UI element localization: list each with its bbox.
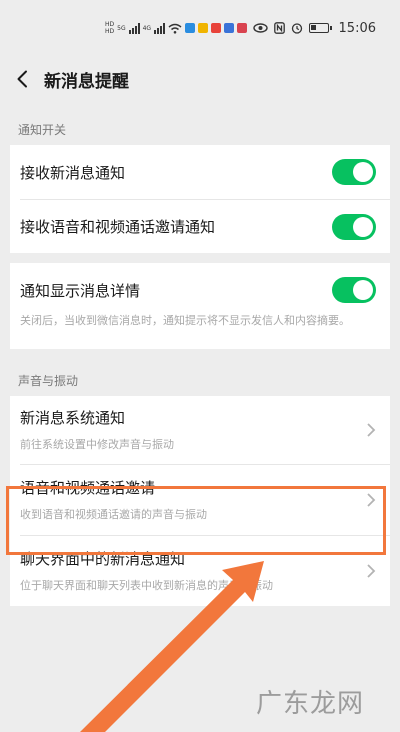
chevron-right-icon <box>367 564 376 578</box>
status-bar-left: HD HD 5G 4G <box>105 21 253 35</box>
call-invite-sound-text: 语音和视频通话邀请 收到语音和视频通话邀请的声音与振动 <box>20 477 207 523</box>
details-card: 通知显示消息详情 关闭后，当收到微信消息时，通知提示将不显示发信人和内容摘要。 <box>10 263 390 349</box>
sound-card: 新消息系统通知 前往系统设置中修改声音与振动 语音和视频通话邀请 收到语音和视频… <box>10 396 390 606</box>
receive-call-invite-toggle[interactable] <box>332 213 376 240</box>
net-4g-label: 4G <box>142 24 152 32</box>
signal-icon-2 <box>154 22 166 34</box>
call-invite-sound-subtitle: 收到语音和视频通话邀请的声音与振动 <box>20 508 207 521</box>
app-notification-icon-3 <box>211 23 222 33</box>
section-label-sound: 声音与振动 <box>18 374 79 388</box>
back-icon[interactable] <box>16 68 38 90</box>
signal-icon <box>128 22 140 34</box>
chat-new-message-label: 聊天界面中的新消息通知 <box>20 550 186 568</box>
chat-new-message-row[interactable]: 聊天界面中的新消息通知 位于聊天界面和聊天列表中收到新消息的声音与振动 <box>10 536 390 606</box>
chevron-right-icon <box>367 423 376 437</box>
alarm-icon <box>291 23 302 34</box>
receive-new-message-label: 接收新消息通知 <box>20 163 126 182</box>
chat-new-message-subtitle: 位于聊天界面和聊天列表中收到新消息的声音与振动 <box>20 579 273 592</box>
system-notification-row[interactable]: 新消息系统通知 前往系统设置中修改声音与振动 <box>10 396 390 464</box>
app-notification-icon-5 <box>237 23 248 33</box>
chevron-right-icon <box>367 493 376 507</box>
receive-new-message-toggle[interactable] <box>332 159 376 185</box>
watermark: 广东龙网 <box>255 689 364 719</box>
page-title: 新消息提醒 <box>44 71 129 92</box>
show-details-label: 通知显示消息详情 <box>20 281 141 300</box>
title-bar: 新消息提醒 <box>0 56 400 102</box>
system-notification-subtitle: 前往系统设置中修改声音与振动 <box>20 438 174 451</box>
call-invite-sound-row[interactable]: 语音和视频通话邀请 收到语音和视频通话邀请的声音与振动 <box>10 465 390 535</box>
system-notification-label: 新消息系统通知 <box>20 409 126 427</box>
app-notification-icon-4 <box>224 23 235 33</box>
receive-new-message-row[interactable]: 接收新消息通知 <box>10 145 390 199</box>
status-bar-right: 15:06 <box>252 20 376 36</box>
net-5g-label: 5G <box>117 24 126 32</box>
hd-tag-bottom: HD <box>105 28 115 35</box>
chat-new-message-text: 聊天界面中的新消息通知 位于聊天界面和聊天列表中收到新消息的声音与振动 <box>20 548 273 594</box>
app-notification-icon-2 <box>198 23 209 33</box>
section-label-notifications: 通知开关 <box>18 123 67 137</box>
call-invite-sound-label: 语音和视频通话邀请 <box>20 479 156 497</box>
show-details-toggle[interactable] <box>332 277 376 303</box>
hd-tag-top: HD <box>105 21 115 28</box>
system-notification-text: 新消息系统通知 前往系统设置中修改声音与振动 <box>20 407 174 453</box>
wifi-icon <box>168 23 182 34</box>
notifications-card: 接收新消息通知 接收语音和视频通话邀请通知 <box>10 145 390 253</box>
receive-call-invite-label: 接收语音和视频通话邀请通知 <box>20 218 216 236</box>
battery-icon <box>308 23 332 33</box>
hd-tags: HD HD <box>105 21 114 35</box>
show-details-description: 关闭后，当收到微信消息时，通知提示将不显示发信人和内容摘要。 <box>20 314 350 327</box>
app-notification-icon-1 <box>185 23 196 33</box>
status-bar: HD HD 5G 4G 15:06 <box>0 0 400 56</box>
receive-call-invite-row[interactable]: 接收语音和视频通话邀请通知 <box>10 200 390 253</box>
clock-time: 15:06 <box>338 20 376 36</box>
show-details-row[interactable]: 通知显示消息详情 <box>10 277 390 303</box>
eye-icon <box>252 23 268 33</box>
nfc-icon <box>273 22 285 34</box>
